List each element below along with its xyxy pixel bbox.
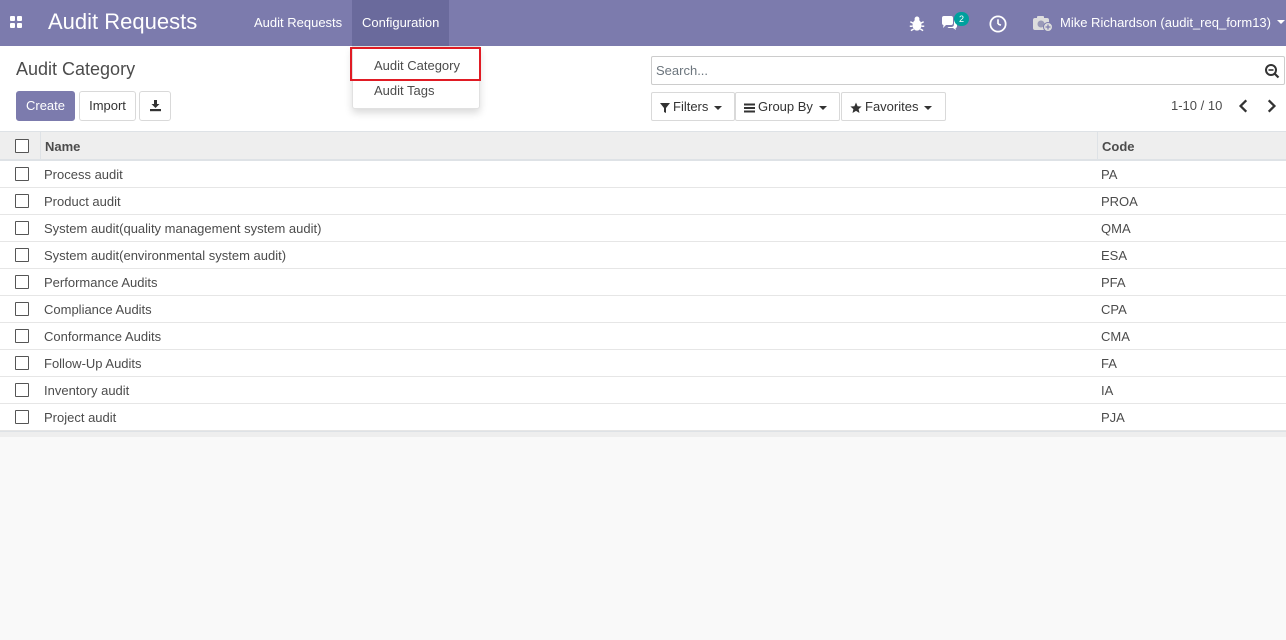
search-icon[interactable] xyxy=(1264,63,1280,79)
favorites-button[interactable]: Favorites xyxy=(841,92,946,121)
cell-code: PROA xyxy=(1101,194,1138,209)
pager-next-icon[interactable] xyxy=(1263,98,1279,114)
create-button[interactable]: Create xyxy=(16,91,75,121)
messages-count-badge: 2 xyxy=(954,12,969,26)
column-header-name[interactable]: Name xyxy=(45,139,80,154)
pager-value[interactable]: 1-10 / 10 xyxy=(1171,98,1222,113)
cell-name: Conformance Audits xyxy=(44,329,162,344)
apps-menu-icon[interactable] xyxy=(10,16,23,29)
star-icon xyxy=(850,102,862,113)
download-icon xyxy=(149,100,161,112)
cell-name: Performance Audits xyxy=(44,275,158,290)
row-checkbox[interactable] xyxy=(15,356,29,370)
column-divider[interactable] xyxy=(1097,132,1098,161)
cell-code: PJA xyxy=(1101,410,1125,425)
top-navbar: Audit Requests Audit Requests Configurat… xyxy=(0,0,1286,46)
group-by-caret-icon xyxy=(818,105,827,110)
cell-code: FA xyxy=(1101,356,1117,371)
row-checkbox[interactable] xyxy=(15,383,29,397)
favorites-label: Favorites xyxy=(865,99,919,114)
table-row[interactable]: Inventory audit IA xyxy=(0,377,1286,404)
favorites-caret-icon xyxy=(924,105,933,110)
cell-name: Follow-Up Audits xyxy=(44,356,142,371)
cell-code: ESA xyxy=(1101,248,1128,263)
import-button[interactable]: Import xyxy=(79,91,136,121)
row-checkbox[interactable] xyxy=(15,410,29,424)
filters-button[interactable]: Filters xyxy=(651,92,735,121)
search-input[interactable] xyxy=(656,57,1256,84)
table-row[interactable]: Compliance Audits CPA xyxy=(0,296,1286,323)
search-bar xyxy=(651,56,1285,85)
user-avatar xyxy=(1033,16,1053,32)
app-title: Audit Requests xyxy=(48,9,198,34)
cell-name: Compliance Audits xyxy=(44,302,152,317)
control-panel: Audit Category Create Import Filters Gro… xyxy=(0,46,1286,132)
filters-label: Filters xyxy=(673,99,709,114)
menu-configuration[interactable]: Configuration xyxy=(352,0,450,46)
group-by-label: Group By xyxy=(758,99,813,114)
user-menu-caret-icon xyxy=(1277,20,1285,24)
cell-code: PFA xyxy=(1101,275,1126,290)
list-header: Name Code xyxy=(0,132,1286,161)
row-checkbox[interactable] xyxy=(15,194,29,208)
filter-icon xyxy=(660,102,670,113)
row-checkbox[interactable] xyxy=(15,329,29,343)
table-row[interactable]: Performance Audits PFA xyxy=(0,269,1286,296)
cell-name: Inventory audit xyxy=(44,383,130,398)
configuration-dropdown: Audit Category Audit Tags xyxy=(352,46,480,109)
debug-bug-icon[interactable] xyxy=(907,14,927,34)
row-checkbox[interactable] xyxy=(15,275,29,289)
row-checkbox[interactable] xyxy=(15,221,29,235)
group-by-icon xyxy=(744,103,755,113)
menu-item-audit-category[interactable]: Audit Category xyxy=(353,54,479,78)
cell-name: System audit(environmental system audit) xyxy=(44,248,287,263)
pager-previous-icon[interactable] xyxy=(1236,98,1252,114)
cell-code: IA xyxy=(1101,383,1114,398)
activity-clock-icon[interactable] xyxy=(988,14,1008,34)
breadcrumb: Audit Category xyxy=(16,59,136,79)
cell-code: QMA xyxy=(1101,221,1131,236)
cell-code: PA xyxy=(1101,167,1118,182)
column-divider xyxy=(40,132,41,161)
table-row[interactable]: Follow-Up Audits FA xyxy=(0,350,1286,377)
cell-code: CMA xyxy=(1101,329,1130,344)
table-row[interactable]: Product audit PROA xyxy=(0,188,1286,215)
user-name: Mike Richardson (audit_req_form13) xyxy=(1060,15,1271,30)
group-by-button[interactable]: Group By xyxy=(735,92,840,121)
cell-name: Project audit xyxy=(44,410,117,425)
menu-item-audit-tags[interactable]: Audit Tags xyxy=(353,79,479,103)
table-row[interactable]: System audit(environmental system audit)… xyxy=(0,242,1286,269)
cell-name: Product audit xyxy=(44,194,121,209)
cell-name: System audit(quality management system a… xyxy=(44,221,322,236)
table-row[interactable]: Process audit PA xyxy=(0,161,1286,188)
cell-name: Process audit xyxy=(44,167,123,182)
filters-caret-icon xyxy=(714,105,723,110)
row-checkbox[interactable] xyxy=(15,302,29,316)
cell-code: CPA xyxy=(1101,302,1127,317)
row-checkbox[interactable] xyxy=(15,248,29,262)
table-row[interactable]: System audit(quality management system a… xyxy=(0,215,1286,242)
select-all-checkbox[interactable] xyxy=(15,139,29,153)
list-footer xyxy=(0,431,1286,437)
menu-audit-requests[interactable]: Audit Requests xyxy=(244,0,352,46)
column-header-code[interactable]: Code xyxy=(1102,139,1135,154)
export-button[interactable] xyxy=(139,91,171,121)
table-row[interactable]: Conformance Audits CMA xyxy=(0,323,1286,350)
table-row[interactable]: Project audit PJA xyxy=(0,404,1286,431)
row-checkbox[interactable] xyxy=(15,167,29,181)
